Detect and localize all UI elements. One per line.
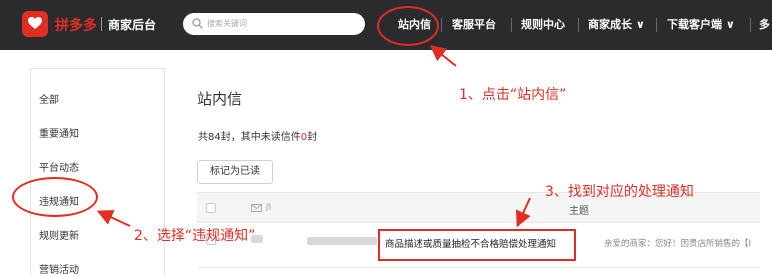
annotation-step2: 2、选择“违规通知” <box>134 228 256 244</box>
annotation-step3: 3、找到对应的处理通知 <box>545 184 694 200</box>
annotation-step1: 1、点击“站内信” <box>459 87 567 103</box>
arrow-step3 <box>516 197 531 228</box>
arrow-step1 <box>429 45 457 67</box>
annotation-arrows <box>96 45 531 228</box>
arrow-step2 <box>96 210 131 227</box>
